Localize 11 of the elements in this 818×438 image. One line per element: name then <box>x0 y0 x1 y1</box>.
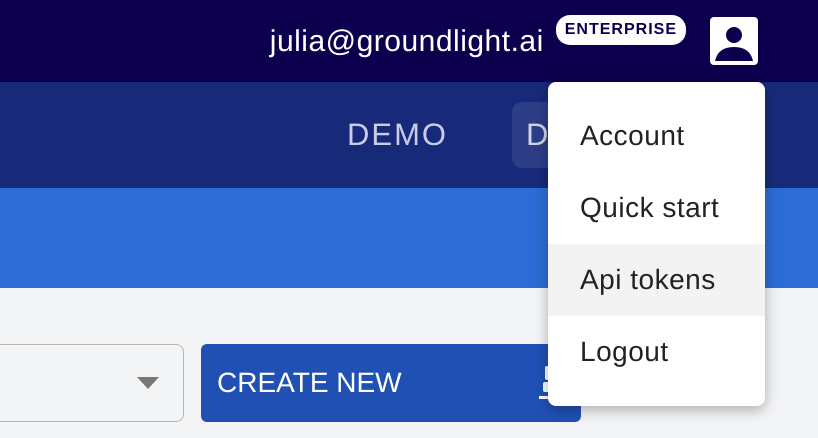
menu-item[interactable]: Account <box>548 100 765 172</box>
nav-tab[interactable]: DEMO <box>347 102 462 168</box>
menu-item[interactable]: Quick start <box>548 172 765 244</box>
user-avatar-icon[interactable] <box>710 17 758 65</box>
plan-badge: ENTERPRISE <box>556 15 686 45</box>
menu-item[interactable]: Api tokens <box>548 244 765 316</box>
user-email: julia@groundlight.ai <box>270 24 544 60</box>
caret-icon <box>137 377 159 389</box>
create-new-button[interactable]: CREATE NEW <box>201 344 581 422</box>
menu-item[interactable]: Logout <box>548 316 765 388</box>
select-field[interactable] <box>0 344 184 422</box>
